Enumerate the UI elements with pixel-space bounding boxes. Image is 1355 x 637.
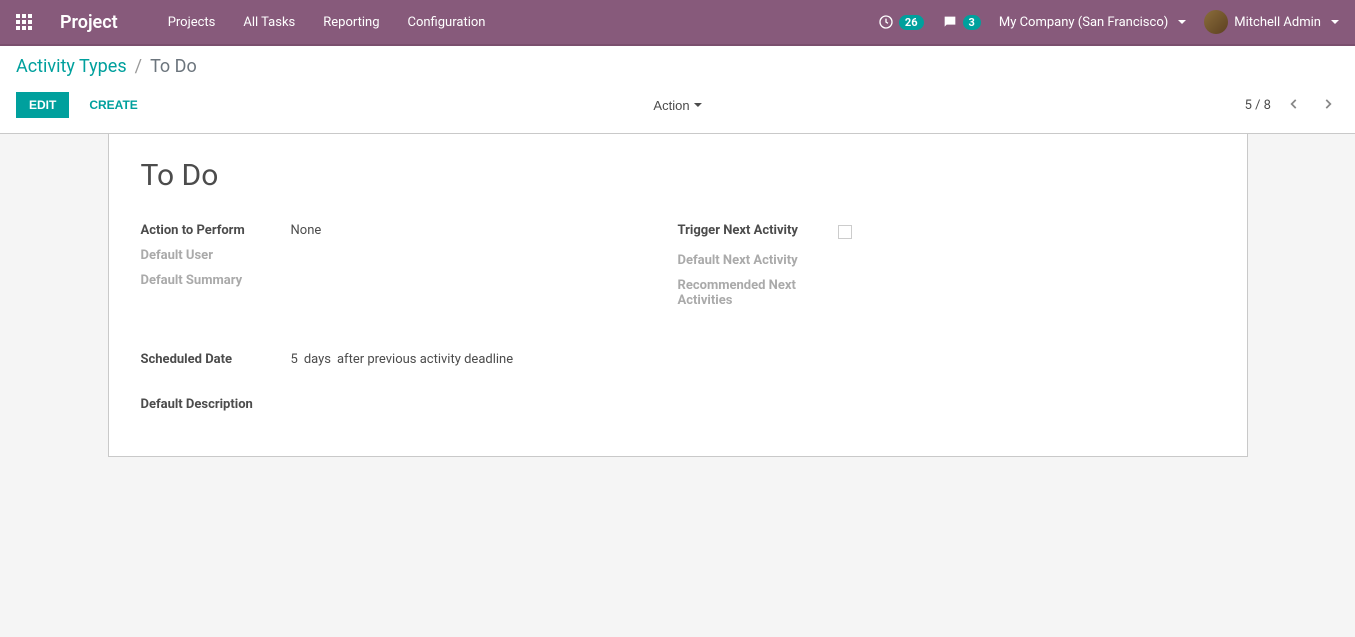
avatar (1204, 10, 1228, 34)
label-action-to-perform: Action to Perform (141, 221, 291, 240)
label-default-next-activity: Default Next Activity (678, 251, 838, 270)
company-switcher[interactable]: My Company (San Francisco) (999, 15, 1186, 30)
pager-prev[interactable] (1283, 95, 1305, 116)
create-button[interactable]: Create (79, 93, 147, 117)
top-navbar: Project Projects All Tasks Reporting Con… (0, 0, 1355, 46)
breadcrumb-current: To Do (150, 56, 197, 77)
form-left-col: Action to Perform None Default User Defa… (141, 221, 678, 316)
form-right-col: Trigger Next Activity Default Next Activ… (678, 221, 1215, 316)
scheduled-days: 5 (291, 352, 298, 367)
breadcrumb-parent[interactable]: Activity Types (16, 56, 127, 77)
pager-text: 5 / 8 (1245, 98, 1271, 113)
label-recommended-next-activities: Recommended Next Activities (678, 276, 838, 310)
checkbox-unchecked-icon (838, 225, 852, 239)
label-scheduled-date: Scheduled Date (141, 350, 291, 369)
nav-right: 26 3 My Company (San Francisco) Mitchell… (878, 10, 1339, 34)
control-panel: Activity Types / To Do Edit Create Actio… (0, 46, 1355, 134)
chevron-down-icon (1331, 20, 1339, 24)
nav-all-tasks[interactable]: All Tasks (233, 9, 305, 36)
breadcrumb-sep: / (135, 56, 142, 77)
nav-projects[interactable]: Projects (158, 9, 226, 36)
scheduled-unit: days (304, 352, 331, 367)
chat-icon (942, 14, 958, 30)
action-dropdown[interactable]: Action (653, 98, 701, 113)
value-action-to-perform: None (291, 221, 322, 240)
label-default-user: Default User (141, 246, 291, 265)
label-default-summary: Default Summary (141, 271, 291, 290)
action-label: Action (653, 98, 689, 113)
company-name: My Company (San Francisco) (999, 15, 1168, 30)
nav-configuration[interactable]: Configuration (398, 9, 496, 36)
app-brand[interactable]: Project (60, 12, 118, 33)
pager: 5 / 8 (1245, 95, 1339, 116)
apps-icon[interactable] (16, 14, 32, 30)
cp-buttons: Edit Create (16, 92, 148, 118)
activities-button[interactable]: 26 (878, 14, 924, 30)
nav-reporting[interactable]: Reporting (313, 9, 389, 36)
form-sheet: To Do Action to Perform None Default Use… (108, 134, 1248, 457)
label-default-description: Default Description (141, 395, 291, 414)
chevron-right-icon (1321, 97, 1335, 111)
chevron-down-icon (1178, 20, 1186, 24)
value-scheduled-date: 5 days after previous activity deadline (291, 350, 514, 369)
messages-count: 3 (963, 15, 981, 30)
messages-button[interactable]: 3 (942, 14, 981, 30)
clock-icon (878, 14, 894, 30)
value-trigger-next-activity (838, 221, 852, 245)
pager-next[interactable] (1317, 95, 1339, 116)
activities-count: 26 (899, 15, 924, 30)
record-title: To Do (141, 158, 1215, 193)
user-name: Mitchell Admin (1234, 15, 1321, 30)
chevron-left-icon (1287, 97, 1301, 111)
user-menu[interactable]: Mitchell Admin (1204, 10, 1339, 34)
edit-button[interactable]: Edit (16, 92, 69, 118)
breadcrumb: Activity Types / To Do (16, 56, 1339, 77)
label-trigger-next-activity: Trigger Next Activity (678, 221, 838, 240)
chevron-down-icon (694, 103, 702, 107)
scheduled-after: after previous activity deadline (337, 352, 513, 367)
nav-menu: Projects All Tasks Reporting Configurati… (158, 9, 496, 36)
content-area: To Do Action to Perform None Default Use… (0, 134, 1355, 457)
